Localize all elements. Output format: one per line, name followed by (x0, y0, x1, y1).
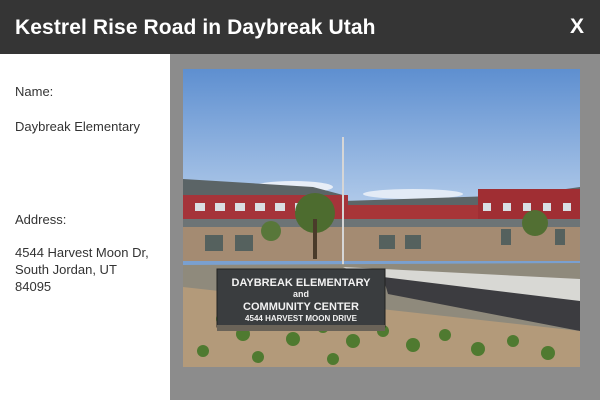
address-line-2: South Jordan, UT (15, 262, 117, 277)
title-bar: Kestrel Rise Road in Daybreak Utah X (0, 0, 600, 54)
sign-line-2: and (293, 289, 309, 299)
page-title: Kestrel Rise Road in Daybreak Utah (15, 16, 376, 39)
name-value: Daybreak Elementary (15, 119, 140, 134)
name-label: Name: (15, 84, 54, 99)
address-line-1: 4544 Harvest Moon Dr, (15, 245, 149, 260)
photo-panel: DAYBREAK ELEMENTARY and COMMUNITY CENTER… (170, 54, 600, 400)
details-panel: Name: Daybreak Elementary Address: 4544 … (0, 54, 170, 400)
sign-line-4: 4544 HARVEST MOON DRIVE (245, 314, 358, 323)
address-line-3: 84095 (15, 279, 52, 294)
close-button[interactable]: X (570, 15, 584, 39)
sign-line-1: DAYBREAK ELEMENTARY (232, 277, 372, 289)
sign-line-3: COMMUNITY CENTER (243, 301, 359, 313)
address-label: Address: (15, 212, 67, 227)
address-value: 4544 Harvest Moon Dr, South Jordan, UT 8… (15, 244, 165, 295)
school-photo: DAYBREAK ELEMENTARY and COMMUNITY CENTER… (183, 69, 580, 367)
